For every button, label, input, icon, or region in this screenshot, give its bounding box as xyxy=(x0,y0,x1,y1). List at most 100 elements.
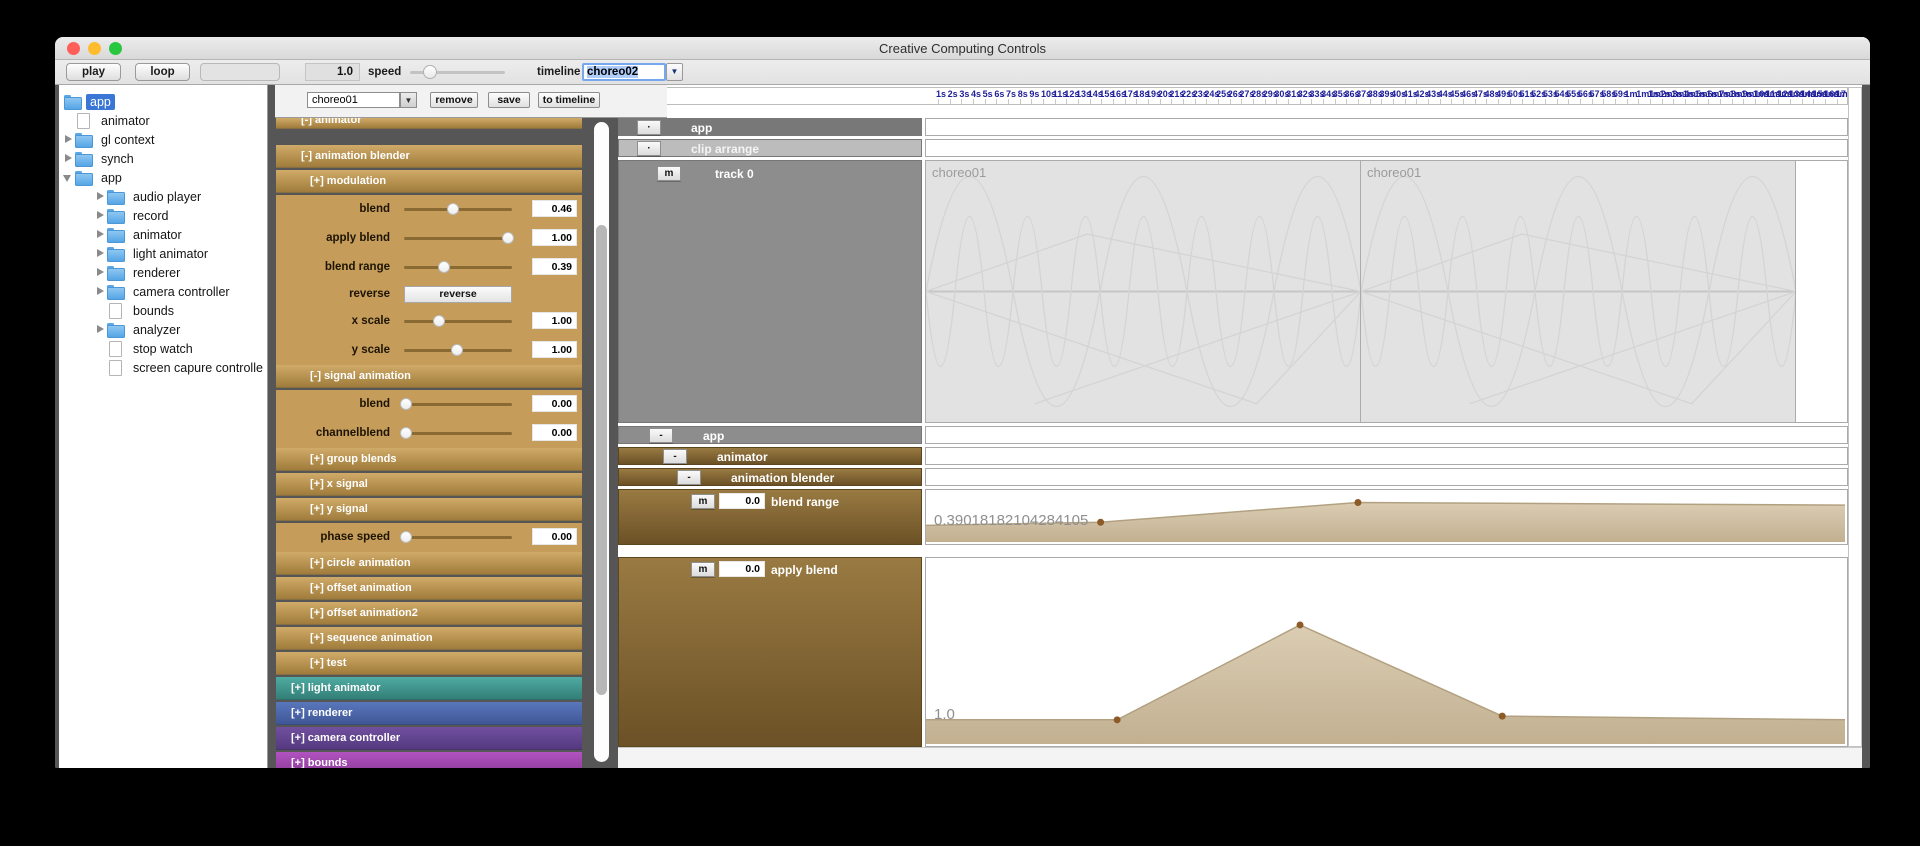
tree-item-bounds[interactable]: bounds xyxy=(59,301,267,320)
row-blend-range-value-field[interactable]: 0.0 xyxy=(719,493,765,509)
choreo-scrollbar[interactable] xyxy=(594,122,609,762)
param-slider-knob[interactable] xyxy=(400,398,412,410)
row-clip-arrange-toggle-button[interactable]: · xyxy=(637,141,661,156)
tree-item-audio-player[interactable]: audio player xyxy=(59,187,267,206)
tree-item-synch[interactable]: synch xyxy=(59,149,267,168)
row-animation-blender-collapse-button[interactable]: - xyxy=(677,470,701,485)
tree-item-camera-controller[interactable]: camera controller xyxy=(59,282,267,301)
timeline-right-gutter[interactable] xyxy=(1848,87,1862,747)
param-slider[interactable] xyxy=(404,349,512,352)
section-header-offset-animation[interactable]: [+] offset animation xyxy=(276,577,582,600)
preset-combo[interactable]: choreo01 xyxy=(307,92,400,108)
blank-button[interactable] xyxy=(200,63,280,81)
tree-item-animator[interactable]: animator xyxy=(59,225,267,244)
tree-item-app[interactable]: app xyxy=(59,92,267,111)
section-header-camera-controller[interactable]: [+] camera controller xyxy=(276,727,582,750)
row-track0-content[interactable]: choreo01choreo01 xyxy=(925,160,1848,423)
row-app2-content[interactable] xyxy=(925,426,1848,444)
timeline-dropdown-arrow-icon[interactable]: ▼ xyxy=(666,63,683,81)
row-clip-arrange-content[interactable] xyxy=(925,139,1848,157)
tree-item-record[interactable]: record xyxy=(59,206,267,225)
param-slider-knob[interactable] xyxy=(400,427,412,439)
remove-button[interactable]: remove xyxy=(430,92,478,108)
horizontal-scrollbar-area[interactable] xyxy=(618,747,1862,768)
save-button[interactable]: save xyxy=(488,92,530,108)
section-header-light-animator[interactable]: [+] light animator xyxy=(276,677,582,700)
row-app2-collapse-button[interactable]: - xyxy=(649,428,673,443)
row-blend-range-content[interactable]: 0.39018182104284105 xyxy=(925,489,1848,545)
speed-slider-knob[interactable] xyxy=(423,65,437,79)
timeline-clip-choreo01-1[interactable]: choreo01 xyxy=(1361,161,1796,422)
param-slider-knob[interactable] xyxy=(502,232,514,244)
play-button[interactable]: play xyxy=(66,63,121,81)
disclosure-collapsed-icon[interactable] xyxy=(62,152,75,165)
choreo-scrollbar-thumb[interactable] xyxy=(596,225,607,695)
speed-value[interactable]: 1.0 xyxy=(305,63,360,81)
row-apply-blend-value-field[interactable]: 0.0 xyxy=(719,561,765,577)
param-slider[interactable] xyxy=(404,403,512,406)
loop-button[interactable]: loop xyxy=(135,63,190,81)
param-value-field[interactable]: 1.00 xyxy=(532,229,577,246)
tree-item-light-animator[interactable]: light animator xyxy=(59,244,267,263)
param-value-field[interactable]: 0.00 xyxy=(532,528,577,545)
timeline-input[interactable]: choreo02 xyxy=(582,63,666,81)
param-slider-knob[interactable] xyxy=(433,315,445,327)
row-blend-range-mute-button[interactable]: m xyxy=(691,494,715,509)
param-slider[interactable] xyxy=(404,208,512,211)
row-app-content[interactable] xyxy=(925,118,1848,136)
param-value-field[interactable]: 1.00 xyxy=(532,341,577,358)
reverse-button[interactable]: reverse xyxy=(404,286,512,303)
param-value-field[interactable]: 0.00 xyxy=(532,424,577,441)
keyframe-dot[interactable] xyxy=(1499,713,1506,720)
disclosure-collapsed-icon[interactable] xyxy=(94,285,107,298)
param-slider-knob[interactable] xyxy=(438,261,450,273)
timeline-ruler[interactable]: 1s2s3s4s5s6s7s8s9s10s11s12s13s14s15s16s1… xyxy=(618,87,1848,105)
section-header-modulation[interactable]: [+] modulation xyxy=(276,170,582,193)
keyframe-dot[interactable] xyxy=(1097,519,1104,526)
param-slider-knob[interactable] xyxy=(447,203,459,215)
keyframe-dot[interactable] xyxy=(1297,621,1304,628)
row-apply-blend-content[interactable]: 1.0 xyxy=(925,557,1848,747)
disclosure-collapsed-icon[interactable] xyxy=(94,190,107,203)
param-value-field[interactable]: 0.46 xyxy=(532,200,577,217)
row-animator-content[interactable] xyxy=(925,447,1848,465)
section-header-y-signal[interactable]: [+] y signal xyxy=(276,498,582,521)
disclosure-collapsed-icon[interactable] xyxy=(94,323,107,336)
disclosure-collapsed-icon[interactable] xyxy=(94,228,107,241)
section-header-circle-animation[interactable]: [+] circle animation xyxy=(276,552,582,575)
section-header-bounds[interactable]: [+] bounds xyxy=(276,752,582,768)
disclosure-collapsed-icon[interactable] xyxy=(62,133,75,146)
tree-item-animator[interactable]: animator xyxy=(59,111,267,130)
row-animator-collapse-button[interactable]: - xyxy=(663,449,687,464)
row-track0-mute-button[interactable]: m xyxy=(657,166,681,181)
tree-item-gl-context[interactable]: gl context xyxy=(59,130,267,149)
section-header-animator[interactable]: [-] animator xyxy=(276,118,582,129)
section-header-test[interactable]: [+] test xyxy=(276,652,582,675)
preset-combo-arrow-icon[interactable]: ▼ xyxy=(400,92,417,108)
param-value-field[interactable]: 0.00 xyxy=(532,395,577,412)
param-slider-knob[interactable] xyxy=(400,531,412,543)
keyframe-dot[interactable] xyxy=(1114,716,1121,723)
timeline-clip-choreo01-0[interactable]: choreo01 xyxy=(926,161,1361,422)
tree-item-app[interactable]: app xyxy=(59,168,267,187)
tree-item-analyzer[interactable]: analyzer xyxy=(59,320,267,339)
row-animation-blender-content[interactable] xyxy=(925,468,1848,486)
disclosure-collapsed-icon[interactable] xyxy=(94,266,107,279)
param-slider[interactable] xyxy=(404,320,512,323)
disclosure-collapsed-icon[interactable] xyxy=(94,209,107,222)
section-header-group-blends[interactable]: [+] group blends xyxy=(276,448,582,471)
section-header-animation-blender[interactable]: [-] animation blender xyxy=(276,145,582,168)
to-timeline-button[interactable]: to timeline xyxy=(538,92,600,108)
disclosure-collapsed-icon[interactable] xyxy=(94,247,107,260)
section-header-renderer[interactable]: [+] renderer xyxy=(276,702,582,725)
section-header-offset-animation2[interactable]: [+] offset animation2 xyxy=(276,602,582,625)
disclosure-expanded-icon[interactable] xyxy=(62,171,75,184)
param-value-field[interactable]: 1.00 xyxy=(532,312,577,329)
speed-slider[interactable] xyxy=(410,71,505,74)
title-bar[interactable]: Creative Computing Controls xyxy=(55,37,1870,60)
section-header-x-signal[interactable]: [+] x signal xyxy=(276,473,582,496)
param-slider[interactable] xyxy=(404,536,512,539)
param-value-field[interactable]: 0.39 xyxy=(532,258,577,275)
section-header-signal-animation[interactable]: [-] signal animation xyxy=(276,365,582,388)
row-apply-blend-mute-button[interactable]: m xyxy=(691,562,715,577)
